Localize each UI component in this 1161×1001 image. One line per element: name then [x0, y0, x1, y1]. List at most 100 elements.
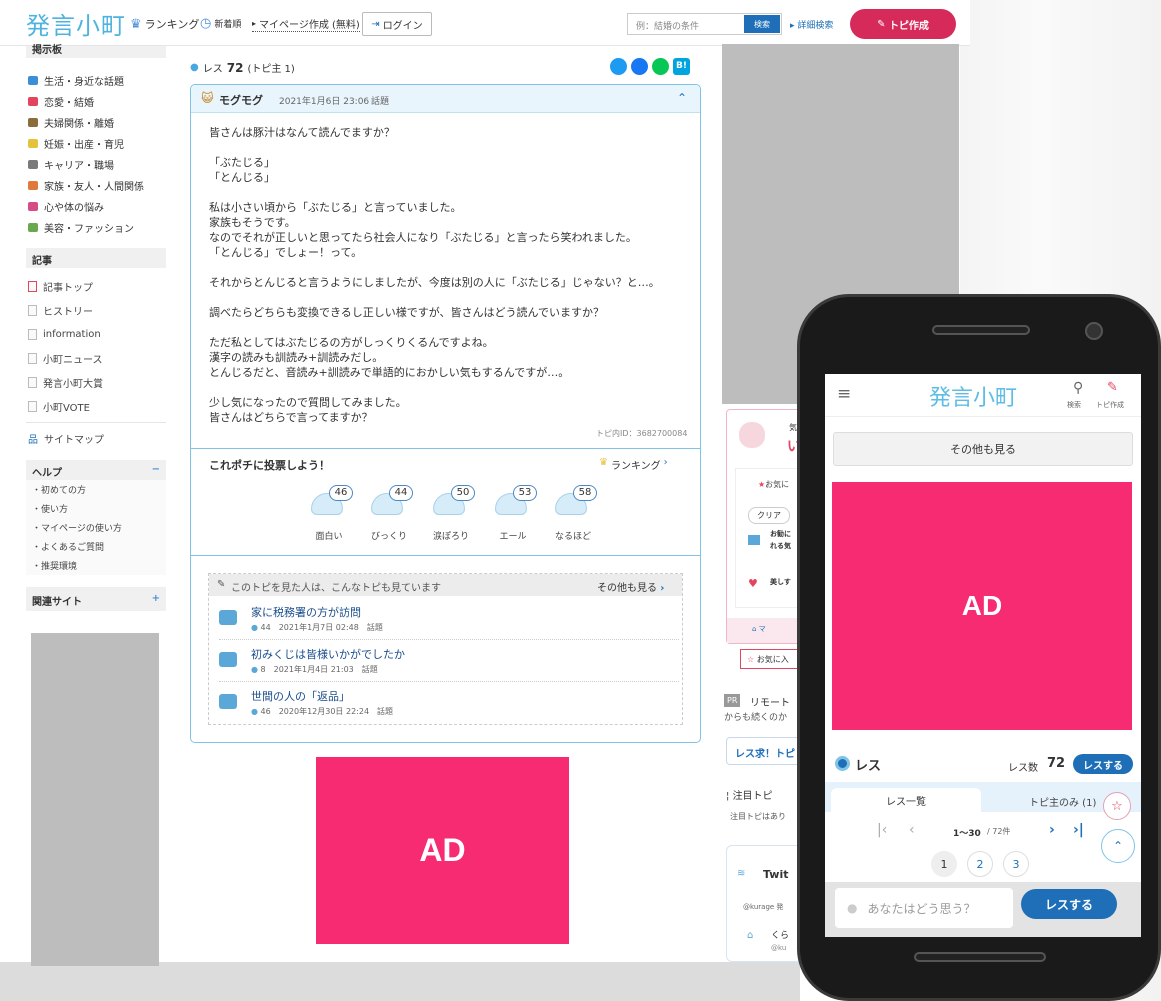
sidebar-item-articles-top[interactable]: 記事トップ [26, 274, 166, 298]
res-wanted-banner[interactable]: レス求！トピ [726, 737, 802, 765]
create-topic-button[interactable]: ✎ トピ作成 [850, 9, 956, 39]
advanced-search-link[interactable]: ▸ 詳細検索 [790, 18, 833, 31]
category-icon [28, 160, 38, 169]
phone-logo[interactable]: 発言小町 [929, 380, 1017, 412]
phone-ad-banner[interactable]: AD [832, 482, 1132, 730]
page-button[interactable]: 3 [1003, 851, 1029, 877]
help-item[interactable]: ・推奨環境 [26, 556, 166, 575]
help-heading[interactable]: ヘルプ − [26, 460, 166, 480]
page-button[interactable]: 2 [967, 851, 993, 877]
body-line: 「とんじる」でしょー！って。 [209, 246, 363, 259]
scroll-top-button[interactable]: ⌃ [1101, 829, 1135, 863]
sidebar-item-award[interactable]: 発言小町大賞 [26, 370, 166, 394]
fav-item-text[interactable]: れる気 [770, 541, 791, 551]
sidebar-item-board[interactable]: 夫婦関係・離婚 [26, 112, 166, 133]
sidebar-item-information[interactable]: information [26, 322, 166, 346]
search-icon[interactable]: ⚲ [1073, 380, 1083, 396]
ranking-link-thread[interactable]: ♛ ランキング › [599, 457, 668, 472]
line-icon[interactable] [652, 58, 669, 75]
ad-banner-middle[interactable]: AD [316, 757, 569, 944]
sitemap-icon: 品 [28, 434, 38, 446]
related-topic-row[interactable]: 家に税務署の方が訪問 ● 44 2021年1月7日 02:48 話題 [219, 598, 679, 640]
fav-item-text[interactable]: お勧に [770, 529, 791, 539]
body-line: 「ぶたじる」 [209, 156, 275, 169]
expand-icon[interactable]: + [152, 593, 160, 607]
first-page-icon[interactable]: |‹ [877, 822, 887, 838]
related-topic-row[interactable]: 世間の人の「返品」 ● 46 2020年12月30日 22:24 話題 [219, 682, 679, 724]
related-topic-title[interactable]: 家に税務署の方が訪問 [251, 604, 361, 620]
tab-res-list[interactable]: レス一覧 [831, 788, 981, 812]
page-range: 1〜30 [953, 829, 981, 839]
search-button[interactable]: 検索 [744, 15, 780, 33]
prev-page-icon[interactable]: ‹ [909, 822, 915, 838]
clear-button[interactable]: クリア [748, 507, 790, 524]
menu-icon[interactable]: ≡ [837, 384, 851, 404]
favorites-panel: 気 い ★お気に クリア お勧に れる気 ♥ 美しす [726, 409, 803, 644]
phone-submit-button[interactable]: レスする [1021, 889, 1117, 919]
tab-owner-only[interactable]: トピ主のみ (1) [1029, 794, 1096, 809]
related-topics-title: このトピを見た人は、こんなトピも見ています [231, 583, 441, 594]
ranking-label: ランキング [144, 18, 200, 31]
document-icon [28, 304, 37, 316]
page-total: / 72件 [987, 827, 1011, 836]
mypage-link[interactable]: ▸ マイページ作成 (無料) [252, 16, 360, 32]
related-topic-row[interactable]: 初みくじは皆様いかがでしたか ● 8 2021年1月4日 21:03 話題 [219, 640, 679, 682]
sidebar-item-news[interactable]: 小町ニュース [26, 346, 166, 370]
body-line: 「とんじる」 [209, 171, 275, 184]
sidebar-item-board[interactable]: 生活・身近な話題 [26, 70, 166, 91]
home-icon [28, 280, 37, 292]
site-logo[interactable]: 発言小町 [26, 6, 126, 41]
advanced-label: 詳細検索 [797, 21, 834, 31]
related-heading[interactable]: 関連サイト + [26, 587, 166, 611]
related-topic-meta: ● 44 2021年1月7日 02:48 話題 [251, 622, 383, 633]
new-order-link[interactable]: ◷ 新着順 [200, 16, 241, 31]
help-item[interactable]: ・マイページの使い方 [26, 518, 166, 537]
vote-label: 涙ぽろり [432, 532, 469, 542]
sidebar-item-board[interactable]: 恋愛・結婚 [26, 91, 166, 112]
related-topic-meta: ● 8 2021年1月4日 21:03 話題 [251, 664, 378, 675]
favorite-button[interactable]: ☆ お気に入 [740, 649, 802, 669]
sidebar-item-history[interactable]: ヒストリー [26, 298, 166, 322]
sidebar-item-label: 夫婦関係・離婚 [44, 119, 114, 130]
sidebar-item-board[interactable]: 家族・友人・人間関係 [26, 175, 166, 196]
help-item[interactable]: ・初めての方 [26, 480, 166, 499]
facebook-icon[interactable] [631, 58, 648, 75]
chevron-up-icon[interactable]: ⌃ [677, 91, 687, 105]
document-icon [28, 352, 37, 364]
ranking-link[interactable]: ♛ ランキング [130, 16, 199, 32]
sitemap-link[interactable]: 品サイトマップ [26, 426, 166, 450]
crown-icon: ♛ [130, 16, 142, 32]
phone-res-count-label: レス数 [1008, 763, 1038, 774]
sidebar-item-board[interactable]: 心や体の悩み [26, 196, 166, 217]
related-topic-title[interactable]: 世間の人の「返品」 [251, 688, 350, 704]
pr-link[interactable]: リモート [750, 694, 790, 709]
hatena-icon[interactable]: B! [673, 58, 690, 75]
fav-item-text[interactable]: 美しす [770, 577, 791, 587]
favorite-star-icon[interactable]: ☆ [1103, 792, 1131, 820]
related-topic-title[interactable]: 初みくじは皆様いかがでしたか [251, 646, 405, 662]
twitter-icon[interactable] [610, 58, 627, 75]
login-button[interactable]: ⇥ ログイン [362, 12, 432, 36]
phone-reply-button[interactable]: レスする [1073, 754, 1133, 774]
sidebar-item-board[interactable]: キャリア・職場 [26, 154, 166, 175]
more-link[interactable]: その他も見る › [597, 579, 664, 594]
res-count-line: ● レス 72 (トピ主 1) [190, 60, 295, 76]
help-item[interactable]: ・よくあるご質問 [26, 537, 166, 556]
sidebar-item-board[interactable]: 妊娠・出産・育児 [26, 133, 166, 154]
phone-more-button[interactable]: その他も見る [833, 432, 1133, 466]
phone-reply-input[interactable]: ● あなたはどう思う？ [835, 888, 1013, 928]
background-bottom [0, 962, 800, 1001]
pencil-icon[interactable]: ✎ [1107, 380, 1118, 395]
last-page-icon[interactable]: ›| [1073, 822, 1084, 838]
tweet-handle: @ku [771, 944, 787, 952]
ad-placeholder-left[interactable] [31, 633, 159, 966]
sidebar-item-board[interactable]: 美容・ファッション [26, 217, 166, 238]
page-button[interactable]: 1 [931, 851, 957, 877]
sidebar-item-vote[interactable]: 小町VOTE [26, 394, 166, 418]
pr-subtext: からも続くのか [724, 713, 788, 723]
board-list: 生活・身近な話題 恋愛・結婚夫婦関係・離婚妊娠・出産・育児 キャリア・職場 家族・友人… [26, 70, 166, 238]
collapse-icon[interactable]: − [152, 464, 160, 476]
phone-search-label: 検索 [1067, 401, 1081, 409]
next-page-icon[interactable]: › [1049, 822, 1055, 838]
help-item[interactable]: ・使い方 [26, 499, 166, 518]
